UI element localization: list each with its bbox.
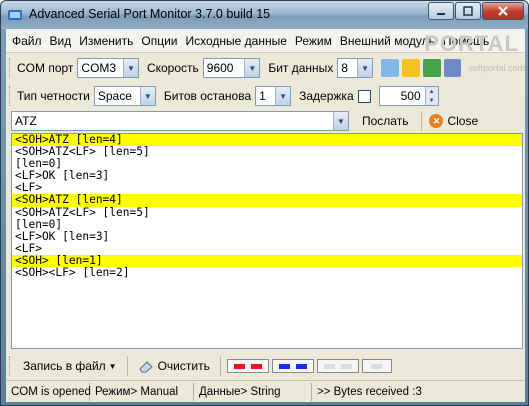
bottom-toolbar: Запись в файл ▼ Очистить: [6, 353, 525, 379]
parity-label: Тип четности: [17, 89, 90, 103]
save-to-file-button[interactable]: Запись в файл ▼: [19, 356, 121, 376]
log-line: <LF>OK [len=3]: [15, 169, 110, 183]
connect-icon[interactable]: [381, 59, 399, 77]
maximize-button[interactable]: [455, 2, 481, 20]
data-bits-select[interactable]: 8 ▼: [337, 58, 374, 78]
menu-options[interactable]: Опции: [141, 34, 177, 48]
red-swatch-icon: [250, 363, 262, 369]
app-window: Advanced Serial Port Monitor 3.7.0 build…: [0, 0, 529, 406]
blue-swatch-icon: [295, 363, 307, 369]
send-button[interactable]: Послать: [355, 111, 415, 131]
chevron-down-icon: ▼: [139, 87, 155, 105]
close-circle-icon: ✕: [429, 114, 444, 128]
send-input-value: ATZ: [15, 114, 37, 128]
chevron-down-icon: ▼: [122, 59, 138, 77]
delay-checkbox[interactable]: [357, 89, 371, 103]
send-history-dropdown[interactable]: ▼: [333, 112, 348, 130]
watermark: PORTAL: [424, 31, 519, 56]
toolbar-params: Тип четности Space ▼ Битов останова 1 ▼ …: [6, 83, 525, 109]
chevron-down-icon: ▼: [244, 59, 260, 77]
menu-bar: Файл Вид Изменить Опции Исходные данные …: [6, 29, 525, 56]
blue-swatch-icon: [278, 363, 290, 369]
status-data: Данные> String: [194, 382, 312, 401]
empty-swatch-icon: [323, 363, 335, 369]
chevron-down-icon: ▼: [357, 59, 373, 77]
app-icon: [8, 10, 22, 20]
toolbar-grip[interactable]: [9, 58, 13, 78]
clear-label: Очистить: [157, 359, 210, 373]
status-bar: COM is opened Режим> Manual Данные> Stri…: [6, 380, 525, 402]
menu-mode[interactable]: Режим: [295, 34, 332, 48]
client-area: Файл Вид Изменить Опции Исходные данные …: [6, 29, 525, 402]
chevron-down-icon: ▼: [108, 361, 117, 371]
spin-up-icon[interactable]: ▲: [425, 87, 438, 96]
settings-icon[interactable]: [443, 59, 462, 77]
status-bytes: >> Bytes received :3: [317, 385, 422, 398]
menu-external-module[interactable]: Внешний модуль: [340, 34, 435, 48]
log-line: <SOH>ATZ [len=4]: [12, 194, 522, 207]
spin-down-icon[interactable]: ▼: [425, 96, 438, 105]
color-swatch-red[interactable]: [226, 359, 269, 373]
com-port-value: COM3: [81, 61, 117, 75]
empty-swatch-icon: [371, 363, 383, 369]
com-port-select[interactable]: COM3 ▼: [77, 58, 139, 78]
save-to-file-label: Запись в файл: [23, 359, 106, 373]
delay-label: Задержка: [299, 89, 354, 103]
separator: [421, 111, 423, 131]
toolbar-port: COM порт COM3 ▼ Скорость 9600 ▼ Бит данн…: [6, 55, 525, 81]
close-port-button[interactable]: ✕ Close: [428, 111, 485, 131]
close-window-button[interactable]: [482, 2, 524, 20]
delay-value: 500: [400, 89, 421, 103]
color-swatch-empty[interactable]: [316, 359, 359, 373]
log-line: [len=0]: [15, 217, 63, 231]
data-bits-value: 8: [341, 61, 348, 75]
edit-icon[interactable]: [401, 59, 420, 77]
speed-select[interactable]: 9600 ▼: [202, 58, 261, 78]
close-port-label: Close: [447, 114, 479, 128]
menu-file[interactable]: Файл: [12, 34, 42, 48]
separator: [219, 356, 221, 376]
stop-bits-value: 1: [259, 89, 266, 103]
log-line: <SOH>ATZ<LF> [len=5]: [15, 205, 150, 219]
log-line: <SOH><LF> [len=2]: [15, 266, 130, 280]
speed-label: Скорость: [146, 61, 199, 75]
data-bits-label: Бит данных: [268, 61, 334, 75]
chevron-down-icon: ▼: [275, 87, 291, 105]
color-swatch-blue[interactable]: [271, 359, 314, 373]
minimize-button[interactable]: [428, 2, 454, 20]
com-port-label: COM порт: [16, 61, 74, 75]
chevron-down-icon: ▼: [333, 112, 348, 130]
toolbar-grip[interactable]: [9, 356, 13, 376]
title-bar[interactable]: Advanced Serial Port Monitor 3.7.0 build…: [1, 1, 528, 29]
log-line: <SOH>ATZ<LF> [len=5]: [15, 145, 150, 159]
stop-bits-select[interactable]: 1 ▼: [255, 86, 292, 106]
maximize-icon: [463, 6, 473, 16]
toolbar-grip[interactable]: [9, 86, 13, 106]
empty-swatch-icon: [340, 363, 352, 369]
send-bar: ATZ ▼ Послать ✕ Close: [6, 109, 525, 133]
status-mode: Режим> Manual: [90, 382, 194, 401]
eraser-icon: [138, 361, 153, 373]
color-swatch-empty-2[interactable]: [361, 359, 392, 373]
refresh-icon[interactable]: [422, 59, 441, 77]
speed-value: 9600: [206, 61, 234, 75]
window-title: Advanced Serial Port Monitor 3.7.0 build…: [29, 7, 271, 21]
send-input[interactable]: ATZ ▼: [11, 111, 349, 131]
red-swatch-icon: [233, 363, 245, 369]
parity-select[interactable]: Space ▼: [93, 86, 156, 106]
separator: [126, 356, 128, 376]
delay-spinner[interactable]: 500 ▲ ▼: [378, 86, 439, 106]
log-line: <LF>OK [len=3]: [15, 229, 110, 243]
status-port: COM is opened: [6, 382, 91, 401]
watermark-sub: softportal.com: [468, 63, 525, 73]
parity-value: Space: [97, 89, 132, 103]
stop-bits-label: Битов останова: [163, 89, 252, 103]
minimize-icon: [437, 13, 445, 15]
menu-view[interactable]: Вид: [50, 34, 72, 48]
menu-edit[interactable]: Изменить: [79, 34, 133, 48]
log-area[interactable]: <SOH>ATZ [len=4] <SOH>ATZ<LF> [len=5] [len…: [11, 133, 523, 349]
close-icon: [498, 6, 508, 16]
clear-button[interactable]: Очистить: [134, 356, 214, 376]
menu-source-data[interactable]: Исходные данные: [186, 34, 287, 48]
